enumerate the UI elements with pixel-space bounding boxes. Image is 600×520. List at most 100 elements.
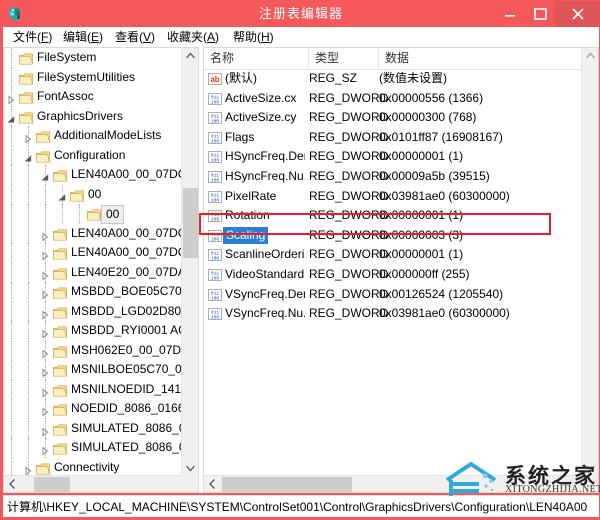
- registry-tree-panel[interactable]: FileSystem FileSystemUtilities FontAssoc Gr…: [3, 47, 199, 493]
- menu-item-3[interactable]: 收藏夹(A): [163, 29, 223, 46]
- menu-item-2[interactable]: 查看(V): [111, 29, 159, 46]
- value-name: VSyncFreq.Den...: [225, 286, 305, 301]
- folder-icon: [53, 267, 67, 280]
- value-row[interactable]: 011 100 Rotation REG_DWORD 0x00000001 (1): [204, 206, 582, 226]
- tree-vertical-scrollbar[interactable]: [181, 48, 198, 476]
- value-row[interactable]: 011100VSyncFreq.Den... REG_DWORD0x0012652…: [204, 285, 582, 305]
- menu-item-1[interactable]: 编辑(E): [59, 29, 107, 46]
- tree-node[interactable]: LEN40E20_00_07DA_9: [4, 262, 182, 282]
- value-row[interactable]: 011 100 ActiveSize.cx REG_DWORD 0x00000556 (…: [204, 89, 582, 109]
- tree-node-label: FileSystem: [37, 50, 97, 64]
- tree-node[interactable]: MSNILNOEDID_1414_: [4, 379, 182, 399]
- expander-collapsed-icon[interactable]: [23, 131, 33, 144]
- expander-expanded-icon[interactable]: [23, 151, 33, 161]
- expander-collapsed-icon[interactable]: [40, 307, 50, 320]
- tree-node[interactable]: MSBDD_BOE05C70_01: [4, 282, 182, 302]
- value-type: REG_DWORD: [309, 208, 389, 223]
- tree-node[interactable]: LEN40A00_00_07DC_9: [4, 165, 182, 185]
- tree-node[interactable]: MSBDD_RYI0001 AGN: [4, 321, 182, 341]
- list-hscroll-thumb[interactable]: [222, 477, 352, 492]
- value-row[interactable]: 011 100 VSyncFreq.Nu... REG_DWORD 0x03981ae0…: [204, 304, 582, 324]
- expander-collapsed-icon[interactable]: [40, 404, 50, 417]
- tree-node[interactable]: SIMULATED_8086_016: [4, 418, 182, 438]
- value-row[interactable]: ab (默认) REG_SZ (数值未设置): [204, 69, 582, 89]
- expander-collapsed-icon[interactable]: [40, 268, 50, 281]
- list-scroll-down-arrow[interactable]: [582, 460, 598, 476]
- close-button[interactable]: [555, 1, 600, 27]
- tree-node[interactable]: AdditionalModeLists: [4, 126, 182, 146]
- expander-expanded-icon[interactable]: [40, 170, 50, 181]
- menu-item-4[interactable]: 帮助(H): [229, 29, 278, 46]
- tree-hscroll-thumb[interactable]: [34, 477, 70, 492]
- tree-node-label: AdditionalModeLists: [54, 128, 162, 142]
- tree-node[interactable]: MSBDD_LGD02D80_00: [4, 301, 182, 321]
- minimize-button[interactable]: [495, 1, 525, 27]
- expander-collapsed-icon[interactable]: [40, 248, 50, 261]
- tree-node[interactable]: Configuration: [4, 145, 182, 165]
- value-row[interactable]: 011100HSyncFreq.Den... REG_DWORD0x0000000…: [204, 147, 582, 167]
- tree-node[interactable]: NOEDID_8086_0166_0: [4, 399, 182, 419]
- tree-node[interactable]: GraphicsDrivers: [4, 106, 182, 126]
- value-row[interactable]: 011 100 PixelRate REG_DWORD 0x03981ae0 (6030…: [204, 187, 582, 207]
- tree-node[interactable]: LEN40A00_00_07DC_9: [4, 223, 182, 243]
- folder-icon: [53, 384, 67, 397]
- expander-collapsed-icon[interactable]: [40, 346, 50, 359]
- tree-guide-line: [11, 379, 13, 399]
- tree-node-label: GraphicsDrivers: [37, 108, 124, 123]
- value-row[interactable]: 011 100 HSyncFreq.Nu... REG_DWORD 0x00009a5b…: [204, 167, 582, 187]
- expander-collapsed-icon[interactable]: [40, 326, 50, 339]
- tree-scroll-down-arrow[interactable]: [182, 460, 198, 476]
- svg-text:100: 100: [211, 177, 220, 183]
- tree-scroll-view: FileSystem FileSystemUtilities FontAssoc Gr…: [4, 48, 182, 476]
- value-row[interactable]: 011100ScanlineOrderi... REG_DWORD0x000000…: [204, 245, 582, 265]
- list-scroll-up-arrow[interactable]: [582, 48, 598, 64]
- expander-collapsed-icon[interactable]: [40, 365, 50, 378]
- expander-collapsed-icon[interactable]: [40, 443, 50, 456]
- value-row[interactable]: 011 100 Scaling REG_DWORD 0x00000003 (3): [204, 226, 582, 246]
- expander-expanded-icon[interactable]: [6, 112, 16, 122]
- tree-node[interactable]: 00: [4, 204, 182, 224]
- tree-node[interactable]: SIMULATED_8086_016: [4, 438, 182, 458]
- tree-guide-line: [11, 165, 13, 185]
- tree-node[interactable]: MSNILBOE05C70_01_0: [4, 360, 182, 380]
- list-vertical-scrollbar[interactable]: [581, 48, 598, 476]
- tree-node[interactable]: FontAssoc: [4, 87, 182, 107]
- column-header-0[interactable]: 名称: [204, 48, 309, 68]
- menu-item-0[interactable]: 文件(F): [9, 29, 56, 46]
- tree-scroll-up-arrow[interactable]: [182, 48, 198, 64]
- tree-guide-line: [11, 457, 13, 476]
- list-scroll-left-arrow[interactable]: [204, 476, 221, 492]
- tree-node[interactable]: FileSystemUtilities: [4, 67, 182, 87]
- svg-text:100: 100: [211, 315, 220, 321]
- value-row[interactable]: 011 100 ActiveSize.cy REG_DWORD 0x00000300 (…: [204, 108, 582, 128]
- column-header-1[interactable]: 类型: [309, 48, 379, 68]
- tree-node[interactable]: Connectivity: [4, 457, 182, 476]
- tree-horizontal-scrollbar[interactable]: [4, 475, 198, 492]
- tree-guide-line: [11, 360, 13, 380]
- dword-value-icon: 011 100: [208, 288, 222, 302]
- value-type: REG_DWORD: [309, 168, 389, 183]
- expander-collapsed-icon[interactable]: [40, 229, 50, 242]
- maximize-button[interactable]: [525, 1, 555, 27]
- tree-node[interactable]: MSH062E0_00_07DB_0: [4, 340, 182, 360]
- expander-collapsed-icon[interactable]: [40, 287, 50, 300]
- registry-values-panel[interactable]: 名称 类型 数据 ab (默认) REG_SZ (数值未设置) 011 100 ActiveSi…: [203, 47, 599, 493]
- dword-value-icon: 011 100: [208, 150, 222, 164]
- value-row[interactable]: 011 100 Flags REG_DWORD 0x0101ff87 (16908167…: [204, 128, 582, 148]
- expander-collapsed-icon[interactable]: [6, 92, 16, 105]
- column-header-2[interactable]: 数据: [379, 48, 582, 68]
- tree-scroll-thumb[interactable]: [183, 188, 198, 258]
- expander-expanded-icon[interactable]: [57, 190, 67, 200]
- tree-node[interactable]: FileSystem: [4, 48, 182, 68]
- value-name: Rotation: [225, 208, 270, 223]
- tree-node[interactable]: LEN40A00_00_07DC_9: [4, 243, 182, 263]
- list-horizontal-scrollbar[interactable]: [204, 475, 598, 492]
- tree-guide-line: [28, 438, 30, 458]
- value-row[interactable]: 011 100 VideoStandard REG_DWORD 0x000000ff (…: [204, 265, 582, 285]
- expander-collapsed-icon[interactable]: [23, 463, 33, 476]
- tree-scroll-left-arrow[interactable]: [4, 476, 21, 492]
- tree-node[interactable]: 00: [4, 184, 182, 204]
- value-type: REG_DWORD: [309, 247, 389, 262]
- expander-collapsed-icon[interactable]: [40, 385, 50, 398]
- expander-collapsed-icon[interactable]: [40, 424, 50, 437]
